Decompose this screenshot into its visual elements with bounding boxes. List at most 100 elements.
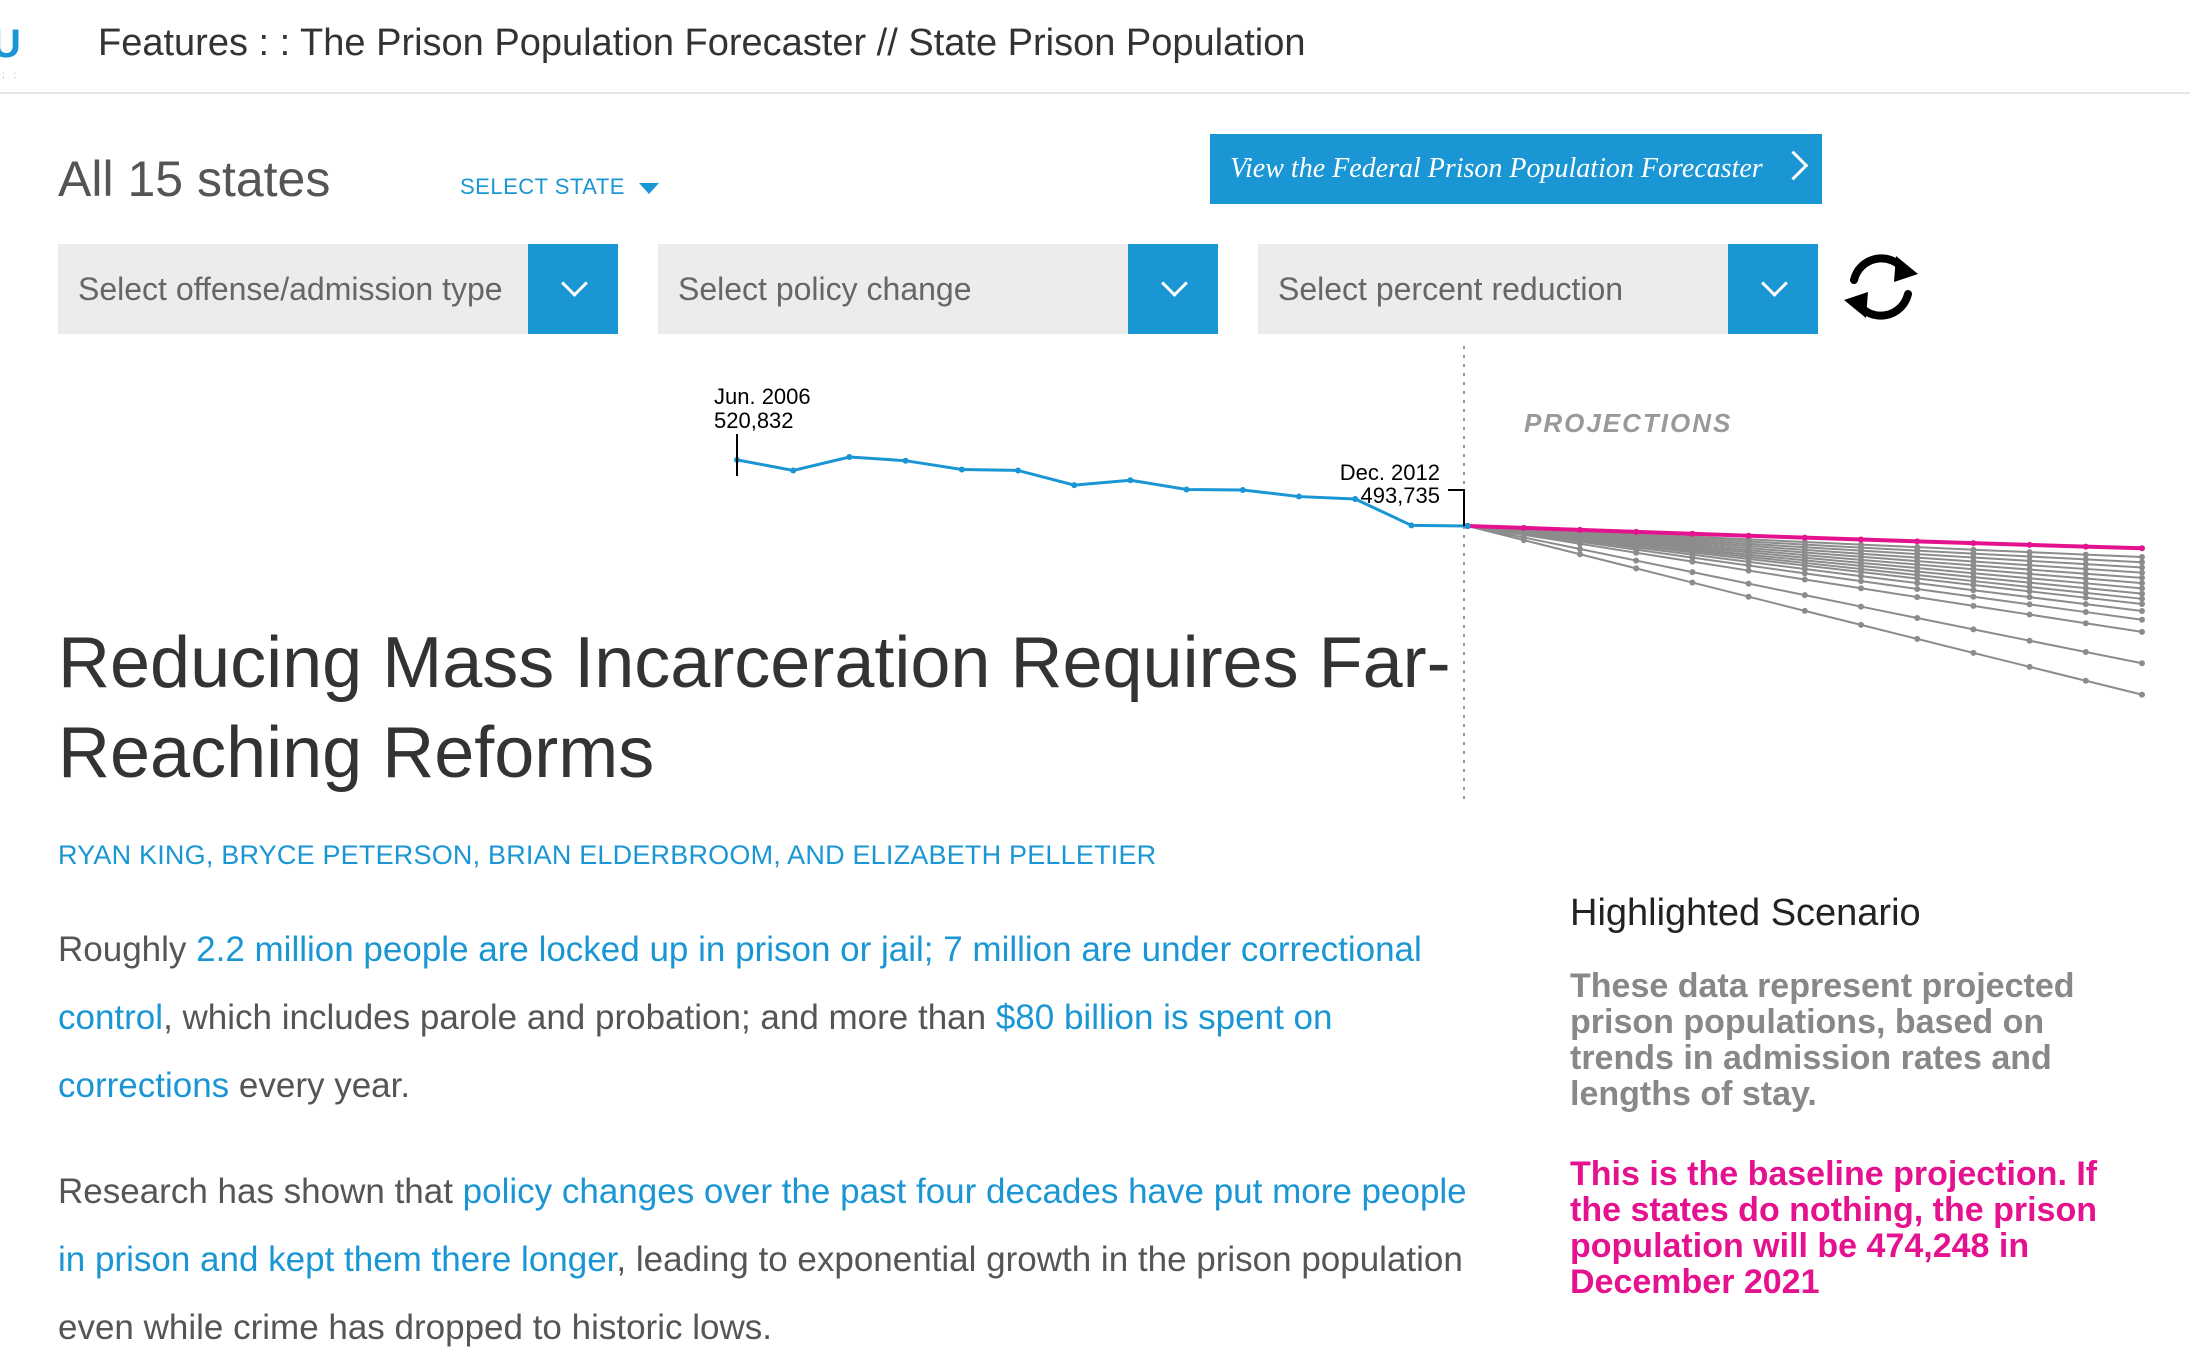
historical-data-point — [902, 457, 909, 464]
scenario-data-point — [2026, 611, 2033, 618]
logo[interactable]: U : : — [0, 18, 26, 81]
chevron-down-icon — [1161, 270, 1188, 297]
article-authors[interactable]: RYAN KING, BRYCE PETERSON, BRIAN ELDERBR… — [58, 840, 1156, 871]
scenario-data-point — [2139, 601, 2145, 608]
scenario-data-point — [1745, 580, 1752, 587]
logo-dots: : : — [2, 70, 20, 81]
baseline-data-point — [1520, 524, 1527, 531]
chevron-right-icon — [1778, 150, 1809, 181]
baseline-data-point — [1914, 538, 1921, 545]
scenario-data-point — [1914, 585, 1921, 592]
scenario-data-point — [1970, 602, 1977, 609]
logo-letter: U — [0, 22, 21, 66]
top-bar: U : : Features : : The Prison Population… — [0, 0, 2190, 94]
scenario-data-point — [1633, 549, 1640, 556]
select-state-dropdown[interactable]: SELECT STATE — [460, 174, 659, 200]
baseline-data-point — [1577, 526, 1583, 533]
scenario-data-point — [2139, 590, 2145, 597]
scenario-data-point — [1520, 537, 1527, 544]
historical-data-point — [958, 466, 965, 473]
scenario-data-point — [1801, 570, 1808, 577]
annotation-end-value: 493,735 — [1360, 483, 1440, 508]
historical-data-point — [1296, 493, 1302, 500]
scenario-data-point — [1577, 546, 1583, 553]
scenario-data-point — [2139, 585, 2145, 592]
scenario-data-point — [2139, 595, 2145, 602]
scenario-data-point — [1577, 551, 1583, 558]
baseline-data-point — [1633, 528, 1640, 535]
scenario-data-point — [1970, 626, 1977, 633]
scenario-data-point — [1858, 585, 1864, 592]
scenario-data-point — [1801, 592, 1808, 599]
scenario-data-point — [1970, 649, 1977, 656]
scenario-data-point — [1633, 557, 1640, 564]
annotation-end-date: Dec. 2012 — [1340, 460, 1440, 485]
offense-type-toggle[interactable] — [528, 244, 618, 334]
policy-change-toggle[interactable] — [1128, 244, 1218, 334]
percent-reduction-toggle[interactable] — [1728, 244, 1818, 334]
scenario-data-point — [2026, 637, 2033, 644]
annotation-start-value: 520,832 — [714, 408, 794, 433]
scenario-lines — [1464, 523, 2145, 698]
scenario-data-point — [2139, 559, 2145, 566]
historical-data-point — [1127, 477, 1134, 484]
projections-label: PROJECTIONS — [1524, 408, 1732, 438]
scenario-data-point — [2139, 628, 2145, 635]
scenario-data-point — [1970, 593, 1977, 600]
offense-type-placeholder: Select offense/admission type — [78, 271, 503, 307]
select-state-label: SELECT STATE — [460, 174, 625, 199]
historical-data-point — [790, 467, 797, 474]
article-paragraph-2: Research has shown that policy changes o… — [58, 1158, 1468, 1362]
baseline-data-point — [2082, 543, 2089, 550]
federal-forecaster-button[interactable]: View the Federal Prison Population Forec… — [1210, 134, 1822, 204]
scenario-data-point — [2139, 554, 2145, 561]
annotation-start-date: Jun. 2006 — [714, 384, 811, 409]
federal-forecaster-label: View the Federal Prison Population Forec… — [1230, 153, 1763, 184]
scenario-data-point — [2026, 663, 2033, 670]
baseline-data-point — [1801, 534, 1808, 541]
scenario-data-point — [2082, 601, 2089, 608]
historical-data-point — [1352, 496, 1359, 503]
offense-type-select[interactable]: Select offense/admission type — [58, 244, 618, 334]
scenario-data-point — [2139, 608, 2145, 615]
scenario-data-point — [1633, 565, 1640, 572]
scenario-data-point — [2139, 574, 2145, 581]
scenario-data-point — [1970, 587, 1977, 594]
scenario-data-point — [1914, 594, 1921, 601]
scenario-data-point — [1577, 540, 1583, 547]
percent-reduction-placeholder: Select percent reduction — [1278, 271, 1624, 307]
scenario-data-point — [2139, 569, 2145, 576]
scenario-data-point — [2082, 648, 2089, 655]
scenario-data-point — [2026, 601, 2033, 608]
scenario-data-point — [2139, 616, 2145, 623]
baseline-data-point — [1858, 536, 1864, 543]
scenario-data-point — [2139, 580, 2145, 587]
baseline-data-point — [2026, 541, 2033, 548]
article-headline: Reducing Mass Incarceration Requires Far… — [58, 623, 1451, 793]
paragraph-text: , which includes parole and probation; a… — [163, 998, 996, 1037]
scenario-data-point — [1745, 593, 1752, 600]
scenario-data-point — [2082, 677, 2089, 684]
historical-data-point — [1071, 482, 1078, 489]
annotation-end-leader — [1448, 489, 1465, 526]
scenario-data-point — [2139, 691, 2145, 698]
scenario-data-point — [2082, 594, 2089, 601]
baseline-data-point — [2139, 545, 2145, 552]
scenario-data-point — [1858, 578, 1864, 585]
scenario-data-point — [1914, 580, 1921, 587]
scenario-data-point — [2026, 594, 2033, 601]
baseline-data-point — [1970, 540, 1977, 547]
paragraph-text: every year. — [229, 1066, 411, 1105]
historical-data-point — [1408, 522, 1415, 529]
scenario-data-point — [1858, 621, 1864, 628]
historical-data-point — [1239, 486, 1246, 493]
scenario-title: Highlighted Scenario — [1570, 892, 1921, 934]
scenario-data-point — [2139, 660, 2145, 667]
policy-change-select[interactable]: Select policy change — [658, 244, 1218, 334]
refresh-icon[interactable] — [1838, 244, 1924, 330]
percent-reduction-select[interactable]: Select percent reduction — [1258, 244, 1818, 334]
historical-data-point — [1015, 467, 1021, 474]
scenario-data-point — [1689, 558, 1696, 565]
historical-data-point — [1183, 486, 1190, 493]
scenario-data-point — [1858, 603, 1864, 610]
